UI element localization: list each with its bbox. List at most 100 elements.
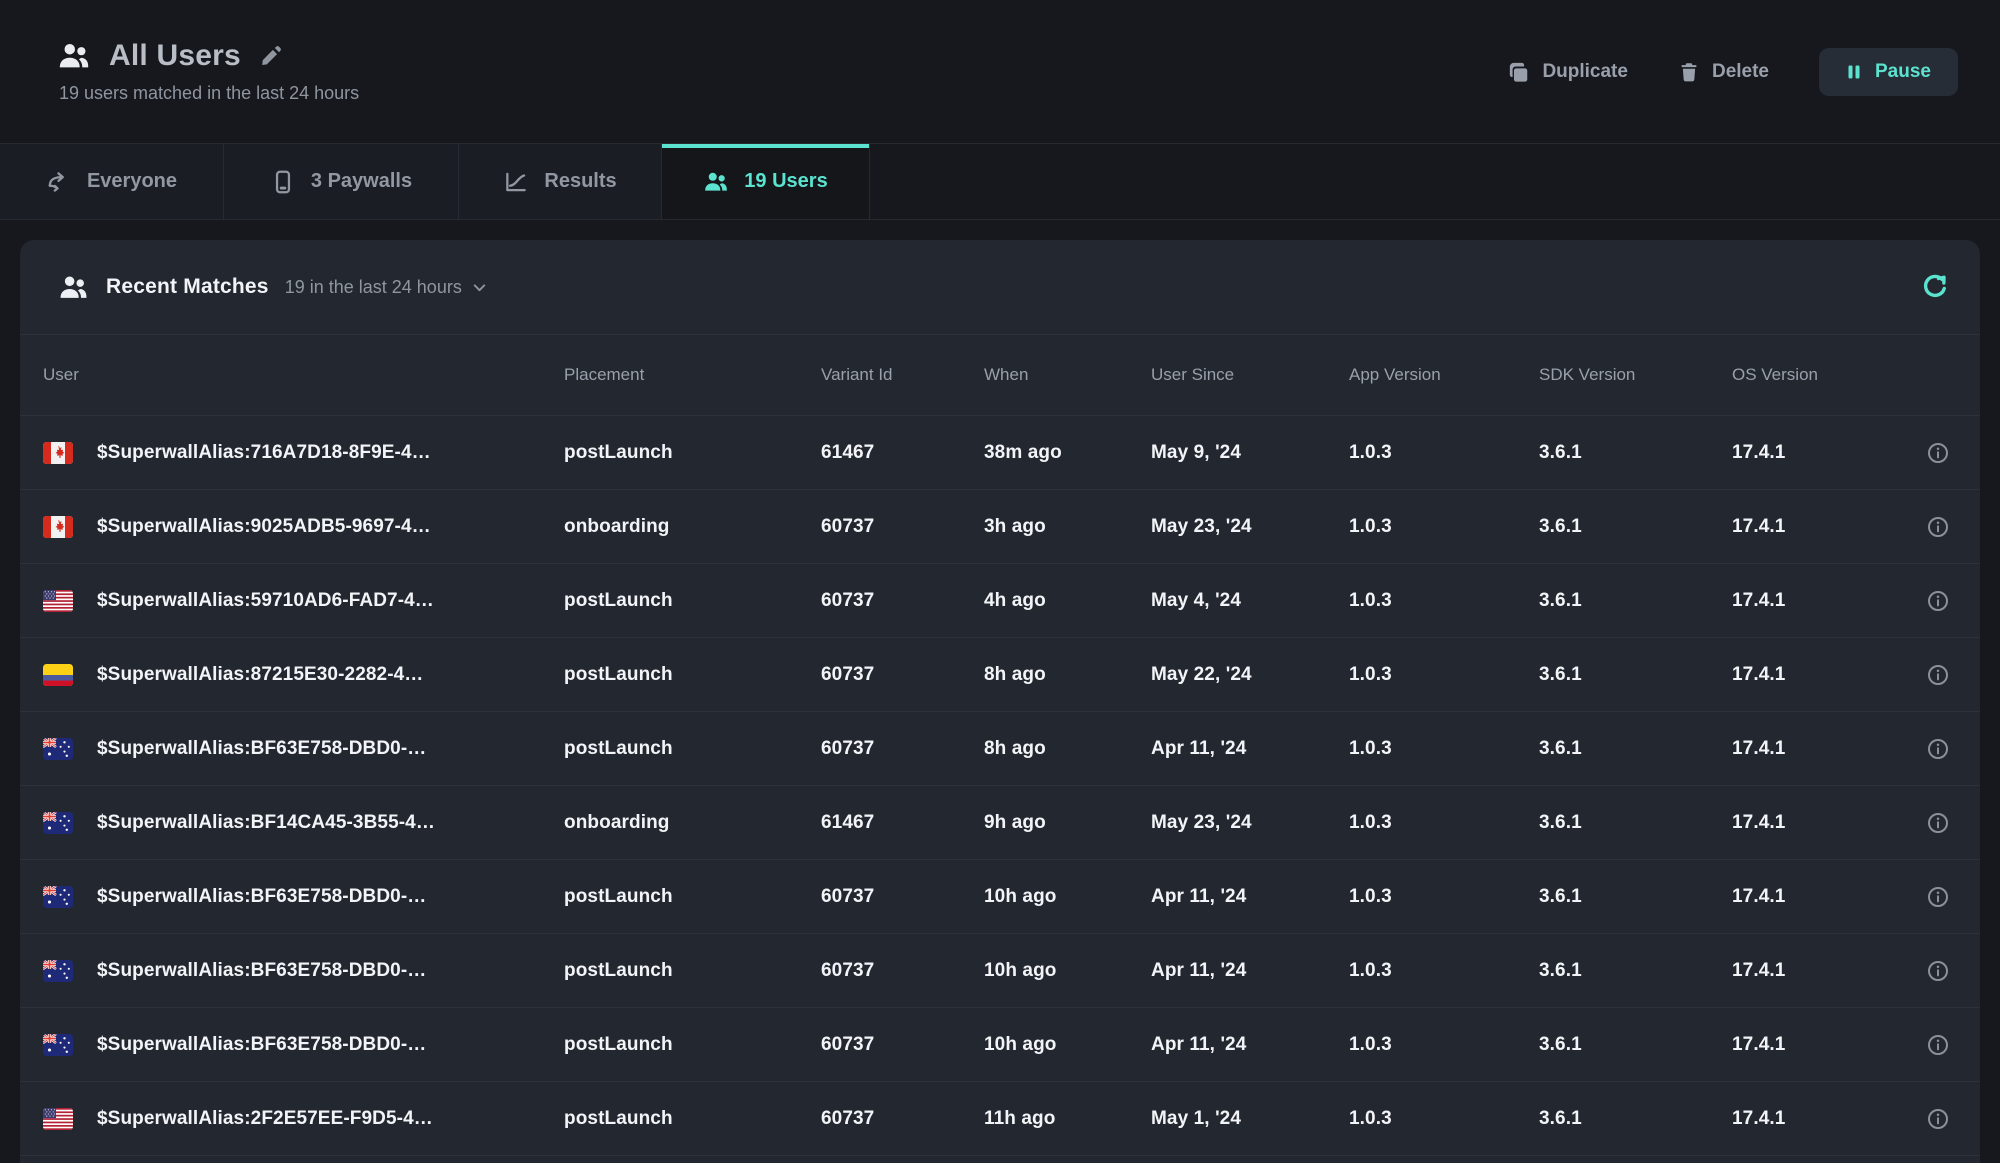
col-header-user: User	[43, 365, 564, 385]
table-row[interactable]: $SuperwallAlias:BF63E758-DBD0-… postLaun…	[20, 1007, 1980, 1081]
table-row[interactable]: $SuperwallAlias:BF63E758-DBD0-… postLaun…	[20, 933, 1980, 1007]
info-icon	[1926, 1033, 1950, 1057]
table-row[interactable]: $SuperwallAlias:9025ADB5-9697-4… onboard…	[20, 489, 1980, 563]
users-icon	[58, 272, 89, 303]
user-cell: $SuperwallAlias:BF63E758-DBD0-…	[43, 886, 564, 908]
user-cell: $SuperwallAlias:BF63E758-DBD0-…	[43, 960, 564, 982]
duplicate-button[interactable]: Duplicate	[1508, 61, 1628, 83]
app-version-cell: 1.0.3	[1349, 590, 1539, 612]
os-version-cell: 17.4.1	[1732, 516, 1879, 538]
table-row[interactable]: $SuperwallAlias:59710AD6-FAD7-4… postLau…	[20, 563, 1980, 637]
info-icon	[1926, 515, 1950, 539]
table-row[interactable]: $SuperwallAlias:87215E30-2282-4… postLau…	[20, 637, 1980, 711]
table-row[interactable]: $SuperwallAlias:716A7D18-8F9E-4… postLau…	[20, 415, 1980, 489]
app-version-cell: 1.0.3	[1349, 442, 1539, 464]
variant-id-cell: 60737	[821, 960, 984, 982]
info-icon	[1926, 663, 1950, 687]
row-info-button[interactable]	[1926, 1107, 1950, 1131]
table-row[interactable]: $SuperwallAlias:BF63E758-DBD0-… postLaun…	[20, 859, 1980, 933]
chevron-down-icon	[471, 279, 488, 296]
user-since-cell: May 9, '24	[1151, 442, 1349, 464]
user-since-cell: May 23, '24	[1151, 516, 1349, 538]
table-row[interactable]: $SuperwallAlias:2F2E57EE-F9D5-4… postLau…	[20, 1081, 1980, 1155]
delete-button[interactable]: Delete	[1678, 61, 1769, 83]
user-alias: $SuperwallAlias:BF63E758-DBD0-…	[97, 886, 426, 908]
header-actions: Duplicate Delete Pause	[1508, 48, 1958, 96]
row-info-button[interactable]	[1926, 663, 1950, 687]
user-since-cell: Apr 11, '24	[1151, 738, 1349, 760]
country-flag-icon-us	[43, 590, 73, 612]
time-range-dropdown[interactable]: 19 in the last 24 hours	[285, 277, 488, 298]
row-info-button[interactable]	[1926, 1033, 1950, 1057]
col-header-user-since: User Since	[1151, 365, 1349, 385]
sdk-version-cell: 3.6.1	[1539, 516, 1732, 538]
tab-everyone[interactable]: Everyone	[0, 144, 224, 219]
refresh-icon	[1920, 272, 1950, 302]
when-cell: 8h ago	[984, 738, 1151, 760]
when-cell: 10h ago	[984, 1034, 1151, 1056]
chart-icon	[503, 169, 529, 195]
user-cell: $SuperwallAlias:716A7D18-8F9E-4…	[43, 442, 564, 464]
os-version-cell: 17.4.1	[1732, 738, 1879, 760]
placement-cell: postLaunch	[564, 1034, 821, 1056]
user-cell: $SuperwallAlias:BF14CA45-3B55-4…	[43, 812, 564, 834]
row-info-button[interactable]	[1926, 737, 1950, 761]
variant-id-cell: 60737	[821, 516, 984, 538]
edit-pencil-icon[interactable]	[259, 44, 283, 68]
app-version-cell: 1.0.3	[1349, 516, 1539, 538]
row-info-button[interactable]	[1926, 441, 1950, 465]
user-since-cell: Apr 11, '24	[1151, 886, 1349, 908]
sdk-version-cell: 3.6.1	[1539, 664, 1732, 686]
refresh-button[interactable]	[1920, 272, 1950, 302]
placement-cell: postLaunch	[564, 664, 821, 686]
table-row[interactable]: $SuperwallAlias:BF14CA45-3B55-4… onboard…	[20, 785, 1980, 859]
when-cell: 3h ago	[984, 516, 1151, 538]
user-alias: $SuperwallAlias:BF63E758-DBD0-…	[97, 960, 426, 982]
row-info-button[interactable]	[1926, 515, 1950, 539]
users-icon	[57, 39, 91, 73]
country-flag-icon-au	[43, 1034, 73, 1056]
os-version-cell: 17.4.1	[1732, 812, 1879, 834]
sdk-version-cell: 3.6.1	[1539, 960, 1732, 982]
row-info-button[interactable]	[1926, 811, 1950, 835]
table-row[interactable]: $SuperwallAlias:BF63E758-DBD0-… postLaun…	[20, 711, 1980, 785]
row-info-button[interactable]	[1926, 959, 1950, 983]
user-alias: $SuperwallAlias:716A7D18-8F9E-4…	[97, 442, 431, 464]
row-info-button[interactable]	[1926, 885, 1950, 909]
pause-icon	[1846, 64, 1862, 80]
pause-button[interactable]: Pause	[1819, 48, 1958, 96]
row-info-button[interactable]	[1926, 589, 1950, 613]
user-cell: $SuperwallAlias:59710AD6-FAD7-4…	[43, 590, 564, 612]
os-version-cell: 17.4.1	[1732, 442, 1879, 464]
tab-results[interactable]: Results	[459, 144, 662, 219]
col-header-app-version: App Version	[1349, 365, 1539, 385]
user-alias: $SuperwallAlias:BF14CA45-3B55-4…	[97, 812, 435, 834]
variant-id-cell: 60737	[821, 590, 984, 612]
sdk-version-cell: 3.6.1	[1539, 1034, 1732, 1056]
tab-paywalls[interactable]: 3 Paywalls	[224, 144, 459, 219]
user-cell: $SuperwallAlias:9025ADB5-9697-4…	[43, 516, 564, 538]
duplicate-label: Duplicate	[1542, 61, 1628, 83]
user-alias: $SuperwallAlias:2F2E57EE-F9D5-4…	[97, 1108, 433, 1130]
info-icon	[1926, 811, 1950, 835]
sdk-version-cell: 3.6.1	[1539, 886, 1732, 908]
tab-users[interactable]: 19 Users	[662, 144, 870, 219]
user-cell: $SuperwallAlias:2F2E57EE-F9D5-4…	[43, 1108, 564, 1130]
placement-cell: postLaunch	[564, 960, 821, 982]
page-header: All Users 19 users matched in the last 2…	[0, 0, 2000, 143]
user-alias: $SuperwallAlias:59710AD6-FAD7-4…	[97, 590, 434, 612]
recent-matches-card: Recent Matches 19 in the last 24 hours U…	[20, 240, 1980, 1163]
sdk-version-cell: 3.6.1	[1539, 442, 1732, 464]
placement-cell: postLaunch	[564, 886, 821, 908]
info-icon	[1926, 441, 1950, 465]
tab-paywalls-label: 3 Paywalls	[311, 170, 412, 193]
col-header-when: When	[984, 365, 1151, 385]
user-alias: $SuperwallAlias:9025ADB5-9697-4…	[97, 516, 431, 538]
placement-cell: onboarding	[564, 812, 821, 834]
info-icon	[1926, 885, 1950, 909]
app-version-cell: 1.0.3	[1349, 1108, 1539, 1130]
col-header-placement: Placement	[564, 365, 821, 385]
info-icon	[1926, 959, 1950, 983]
os-version-cell: 17.4.1	[1732, 960, 1879, 982]
user-alias: $SuperwallAlias:87215E30-2282-4…	[97, 664, 423, 686]
